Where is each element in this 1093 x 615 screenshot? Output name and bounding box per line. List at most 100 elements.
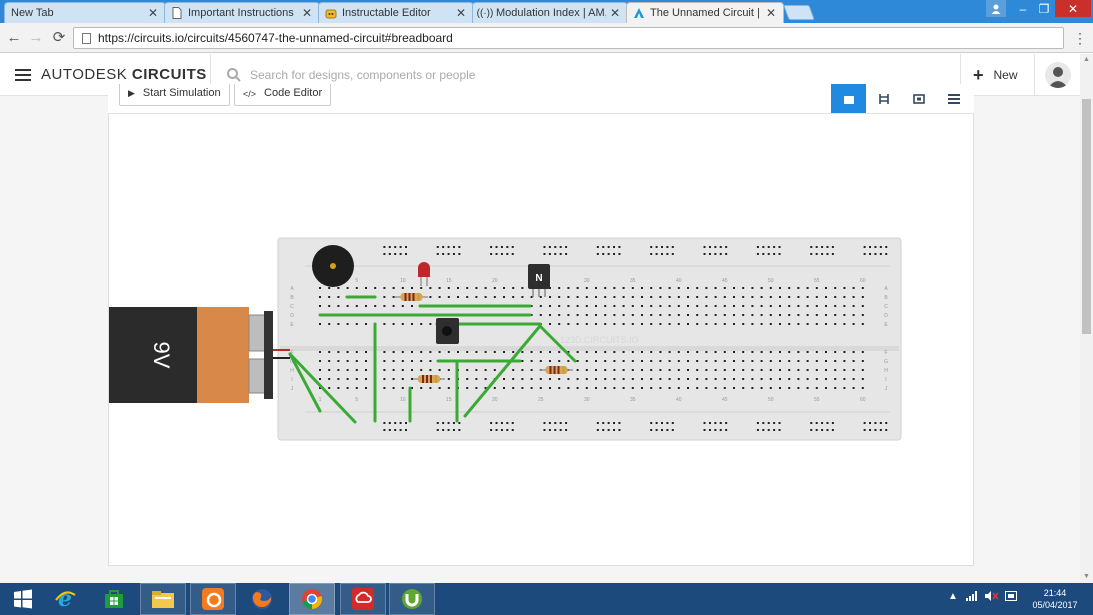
page-info-icon[interactable]: [82, 32, 91, 44]
scroll-down-icon[interactable]: ▼: [1080, 571, 1093, 583]
new-tab-button[interactable]: [783, 5, 815, 20]
breadboard-hole: [567, 323, 570, 325]
close-tab-icon[interactable]: ✕: [765, 6, 777, 20]
9v-battery[interactable]: 9V: [109, 307, 273, 403]
breadboard-hole: [843, 305, 846, 307]
breadboard-hole: [650, 287, 653, 289]
close-window-icon[interactable]: ✕: [1055, 0, 1091, 17]
rail-hole: [602, 246, 605, 248]
browser-tab-instructable-editor[interactable]: Instructable Editor ✕: [318, 2, 474, 23]
taskbar-file-explorer[interactable]: [140, 583, 186, 615]
browser-menu-icon[interactable]: ⋮: [1073, 30, 1087, 46]
breadboard-hole: [604, 296, 607, 298]
autodesk-icon: [633, 7, 645, 19]
breadboard-hole: [779, 305, 781, 307]
breadboard-hole: [328, 351, 331, 353]
network-signal-icon[interactable]: [966, 591, 978, 604]
browser-tab-new-tab[interactable]: New Tab ✕: [4, 2, 166, 23]
taskbar-store[interactable]: [91, 583, 137, 615]
rail-hole: [821, 246, 824, 248]
breadboard-hole: [365, 378, 367, 380]
breadboard-hole: [806, 323, 809, 325]
rail-hole: [655, 429, 658, 431]
new-button[interactable]: + New: [973, 65, 1018, 85]
rail-hole: [383, 422, 386, 424]
breadboard-hole: [825, 387, 827, 389]
address-bar[interactable]: https://circuits.io/circuits/4560747-the…: [73, 27, 1064, 49]
rail-hole: [708, 253, 711, 255]
breadboard-hole: [567, 378, 570, 380]
breadboard-hole: [659, 369, 662, 371]
close-tab-icon[interactable]: ✕: [609, 6, 621, 20]
breadboard-hole: [549, 296, 551, 298]
system-clock[interactable]: 21:44 05/04/2017: [1020, 587, 1090, 611]
breadboard-hole: [696, 305, 699, 307]
breadboard-hole: [705, 351, 708, 353]
rail-hole: [762, 422, 765, 424]
browser-tab-important-instructions[interactable]: Important Instructions ✕: [164, 2, 320, 23]
breadboard-hole: [585, 351, 588, 353]
scrollbar-thumb[interactable]: [1082, 99, 1091, 334]
close-tab-icon[interactable]: ✕: [147, 6, 159, 20]
breadboard-hole: [733, 314, 735, 316]
rail-hole: [602, 253, 605, 255]
browser-tab-unnamed-circuit[interactable]: The Unnamed Circuit | A ✕: [626, 2, 784, 23]
user-profile-icon[interactable]: [986, 0, 1006, 17]
breadboard-canvas[interactable]: 1155101015152020252530303535404045455050…: [0, 96, 1080, 583]
breadboard-hole: [631, 378, 634, 380]
action-center-icon[interactable]: [1005, 591, 1017, 604]
breadboard-hole: [447, 387, 450, 389]
rail-hole: [405, 253, 407, 255]
breadboard-hole: [723, 369, 726, 371]
breadboard-hole: [521, 296, 524, 298]
search-input[interactable]: [250, 65, 750, 85]
breadboard-hole: [696, 287, 699, 289]
brand-logo[interactable]: AUTODESK CIRCUITS: [41, 66, 207, 83]
breadboard-hole: [779, 314, 781, 316]
tab-title: The Unnamed Circuit | A: [650, 7, 762, 19]
breadboard-hole: [852, 378, 855, 380]
breadboard-hole: [319, 305, 321, 307]
breadboard-hole: [668, 369, 671, 371]
rail-hole: [565, 422, 568, 424]
resistor-band: [562, 366, 565, 374]
breadboard-hole: [769, 360, 772, 362]
close-tab-icon[interactable]: ✕: [301, 6, 313, 20]
breadboard-hole: [355, 287, 358, 289]
breadboard-hole: [622, 287, 625, 289]
restore-icon[interactable]: ❐: [1034, 0, 1054, 17]
minimize-icon[interactable]: –: [1012, 0, 1034, 17]
avatar[interactable]: [1045, 62, 1071, 88]
breadboard-hole: [576, 369, 579, 371]
browser-tab-modulation-index[interactable]: ((·)) Modulation Index | AM, A ✕: [472, 2, 628, 23]
breadboard-hole: [383, 360, 386, 362]
taskbar-internet-explorer[interactable]: e: [42, 583, 88, 615]
breadboard-hole: [668, 314, 671, 316]
breadboard-hole: [346, 387, 349, 389]
taskbar-creative-cloud[interactable]: [340, 583, 386, 615]
hamburger-menu-icon[interactable]: [15, 69, 31, 81]
taskbar-uc-browser[interactable]: [190, 583, 236, 615]
rail-hole: [447, 246, 450, 248]
push-button[interactable]: [436, 318, 459, 344]
taskbar-utorrent[interactable]: [389, 583, 435, 615]
close-tab-icon[interactable]: ✕: [455, 6, 467, 20]
reload-icon[interactable]: ⟳: [50, 29, 68, 47]
breadboard-hole: [585, 360, 588, 362]
breadboard-hole: [806, 296, 809, 298]
breadboard-hole: [733, 360, 735, 362]
taskbar-firefox[interactable]: [239, 583, 285, 615]
piezo-buzzer[interactable]: [312, 245, 354, 287]
vertical-scrollbar[interactable]: ▲ ▼: [1080, 54, 1093, 583]
show-hidden-icons[interactable]: ▲: [948, 591, 958, 602]
back-arrow-icon[interactable]: ←: [5, 29, 23, 47]
taskbar-chrome[interactable]: [289, 583, 335, 615]
start-button[interactable]: [0, 583, 46, 615]
breadboard-hole: [834, 314, 837, 316]
volume-muted-icon[interactable]: [985, 591, 999, 604]
scroll-up-icon[interactable]: ▲: [1080, 54, 1093, 66]
breadboard-hole: [530, 387, 533, 389]
breadboard-hole: [742, 387, 745, 389]
breadboard-hole: [567, 305, 570, 307]
forward-arrow-icon[interactable]: →: [27, 29, 45, 47]
